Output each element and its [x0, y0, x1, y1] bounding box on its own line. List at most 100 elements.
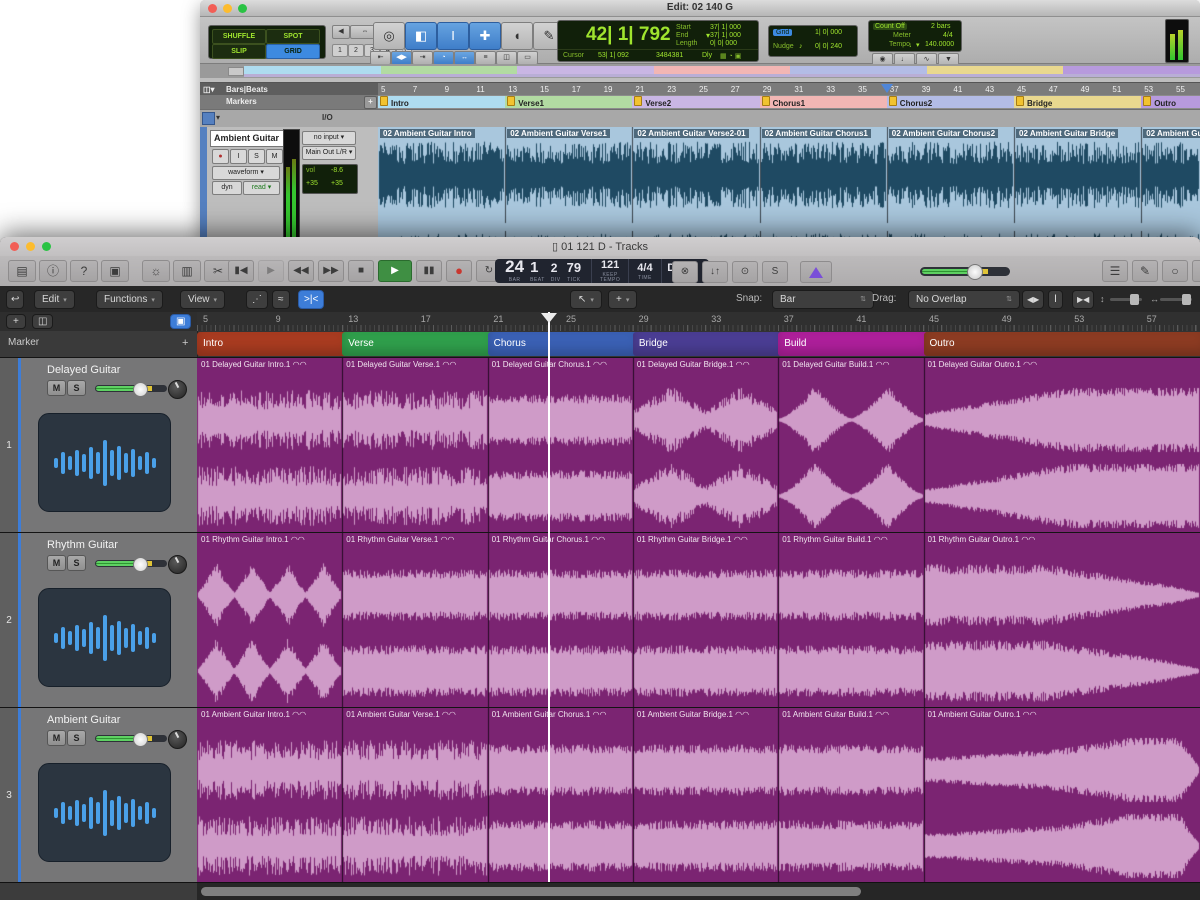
track-auto-zoom-button[interactable]: ▣: [170, 314, 191, 329]
edit-function-button-1[interactable]: ⇤: [370, 51, 391, 65]
drag-menu[interactable]: No Overlap⇅: [908, 290, 1020, 309]
lcd-tempo[interactable]: 121 KEEP TEMPO: [592, 259, 629, 283]
region-name[interactable]: 01 Rhythm Guitar Verse.1 ◠◠: [346, 535, 454, 544]
track-view-selector[interactable]: waveform ▾: [212, 166, 280, 180]
master-solo-icon[interactable]: S: [762, 261, 788, 283]
marker-outro[interactable]: Outro: [924, 332, 1200, 356]
mute-button[interactable]: M: [47, 730, 66, 746]
flex-icon[interactable]: ≈: [272, 290, 290, 309]
region-name[interactable]: 01 Rhythm Guitar Intro.1 ◠◠: [201, 535, 305, 544]
add-marker-button[interactable]: +: [364, 96, 377, 109]
lcd-position[interactable]: 24BAR 1BEAT 2DIV 79TICK: [495, 259, 592, 283]
list-editors-icon[interactable]: ☰: [1102, 260, 1128, 282]
edit-function-button-2[interactable]: ◀▶: [391, 51, 412, 65]
back-arrow-icon[interactable]: ↩: [6, 290, 24, 309]
region-name[interactable]: 02 Ambient Guitar Intro: [380, 129, 475, 138]
edit-mode-spot-button[interactable]: SPOT: [266, 29, 320, 44]
note-pads-icon[interactable]: ✎: [1132, 260, 1158, 282]
zoomer-tool[interactable]: ◎: [373, 22, 405, 50]
edit-mode-grid-button[interactable]: GRID: [266, 44, 320, 59]
command-tool-menu[interactable]: +▾: [608, 290, 637, 309]
bars-beats-ruler[interactable]: ◫▾ Bars|Beats 57911131517192123252729313…: [200, 82, 1200, 96]
track-header-3[interactable]: 3Ambient GuitarMS: [0, 708, 198, 883]
track-name[interactable]: Delayed Guitar: [47, 364, 120, 376]
region-name[interactable]: 01 Ambient Guitar Outro.1 ◠◠: [928, 710, 1037, 719]
edit-function-button-4[interactable]: ◔: [433, 51, 454, 65]
media-browser-icon[interactable]: ▦: [1192, 260, 1200, 282]
scrollbar-thumb[interactable]: [201, 887, 861, 896]
inspector-icon[interactable]: ⓘ: [39, 260, 67, 282]
edit-function-button-7[interactable]: ◫: [496, 51, 517, 65]
vertical-zoom-slider[interactable]: [1110, 298, 1142, 301]
solo-button[interactable]: S: [67, 555, 86, 571]
region-lane-canvas[interactable]: [197, 708, 1200, 883]
markers-ruler[interactable]: Markers + IntroVerse1Verse2Chorus1Chorus…: [200, 95, 1200, 109]
vol-pan-display[interactable]: vol -8.6 +35 +35: [302, 164, 358, 194]
menu-edit[interactable]: Edit▾: [34, 290, 75, 309]
horizontal-zoom-slider[interactable]: [1160, 298, 1192, 301]
track-volume-slider[interactable]: [95, 560, 167, 567]
stop-button[interactable]: ■: [348, 260, 374, 282]
automation-mode-button[interactable]: read ▾: [243, 181, 280, 195]
marker-build[interactable]: Build: [778, 332, 929, 356]
region-name[interactable]: 02 Ambient Guitar Verse2-01: [634, 129, 748, 138]
mute-button[interactable]: M: [266, 149, 283, 164]
marker-bridge[interactable]: Bridge: [633, 332, 784, 356]
edit-mode-slip-button[interactable]: SLIP: [212, 44, 266, 59]
pan-knob[interactable]: [168, 380, 187, 399]
track-header-1[interactable]: 1Delayed GuitarMS: [0, 358, 198, 533]
waveform-zoom-icon[interactable]: ◀▶: [1022, 290, 1044, 309]
region-name[interactable]: 01 Ambient Guitar Intro.1 ◠◠: [201, 710, 306, 719]
scrubber-tool[interactable]: ◖: [501, 22, 533, 50]
pan-knob[interactable]: [168, 555, 187, 574]
grabber-tool[interactable]: ✚: [469, 22, 501, 50]
region-name[interactable]: 01 Delayed Guitar Outro.1 ◠◠: [928, 360, 1038, 369]
volume-knob[interactable]: [133, 557, 148, 572]
metronome-icon[interactable]: ⊙: [732, 261, 758, 283]
pointer-tool-menu[interactable]: ↖▾: [570, 290, 602, 309]
solo-button[interactable]: S: [67, 730, 86, 746]
universe-frame[interactable]: [228, 67, 244, 76]
logic-remote-button[interactable]: [800, 261, 832, 283]
edit-function-button-5[interactable]: ↔: [454, 51, 475, 65]
add-track-button[interactable]: +: [6, 314, 26, 329]
duplicate-track-button[interactable]: ◫: [32, 314, 53, 329]
grid-mode-button[interactable]: Grid: [773, 29, 792, 36]
record-enable-button[interactable]: ●: [212, 149, 229, 164]
edit-function-button-6[interactable]: ≡: [475, 51, 496, 65]
universe-view[interactable]: [200, 64, 1200, 78]
playhead[interactable]: [548, 312, 550, 882]
region-name[interactable]: 01 Delayed Guitar Verse.1 ◠◠: [346, 360, 456, 369]
region-name[interactable]: 02 Ambient Guitar Verse1: [507, 129, 610, 138]
go-to-beginning-button[interactable]: ▮◀: [228, 260, 254, 282]
grid-value[interactable]: 1| 0| 000: [815, 29, 842, 36]
track-list-icon[interactable]: [202, 112, 215, 125]
marker-chorus2[interactable]: Chorus2: [887, 96, 1015, 108]
counter-mini-icons[interactable]: ▦ ◔ ▣: [720, 52, 741, 60]
marker-verse[interactable]: Verse: [342, 332, 493, 356]
track-name[interactable]: Ambient Guitar: [210, 130, 287, 147]
marker-bridge[interactable]: Bridge: [1014, 96, 1142, 108]
region-name[interactable]: 01 Rhythm Guitar Bridge.1 ◠◠: [637, 535, 748, 544]
solo-button[interactable]: S: [67, 380, 86, 396]
marker-chorus1[interactable]: Chorus1: [760, 96, 888, 108]
pan-knob[interactable]: [168, 730, 187, 749]
pause-button[interactable]: ▮▮: [416, 260, 442, 282]
track-volume-slider[interactable]: [95, 735, 167, 742]
protools-titlebar[interactable]: Edit: 02 140 G: [200, 0, 1200, 17]
marker-outro[interactable]: Outro: [1141, 96, 1200, 108]
control-bar-icon[interactable]: ▣: [101, 260, 129, 282]
menu-view[interactable]: View▾: [180, 290, 225, 309]
loop-browser-icon[interactable]: ○: [1162, 260, 1188, 282]
marker-chorus[interactable]: Chorus: [488, 332, 639, 356]
edit-mode-shuffle-button[interactable]: SHUFFLE: [212, 29, 266, 44]
protools-waveform-canvas[interactable]: [378, 127, 1200, 240]
input-monitoring-icon[interactable]: ⊗: [672, 261, 698, 283]
marker-verse1[interactable]: Verse1: [505, 96, 633, 108]
mute-button[interactable]: M: [47, 380, 66, 396]
delay-compensation-label[interactable]: Dly: [702, 52, 712, 59]
volume-knob[interactable]: [967, 264, 983, 280]
input-monitor-button[interactable]: I: [230, 149, 247, 164]
count-off-button[interactable]: Count Off: [873, 23, 907, 30]
region-name[interactable]: 01 Ambient Guitar Bridge.1 ◠◠: [637, 710, 749, 719]
